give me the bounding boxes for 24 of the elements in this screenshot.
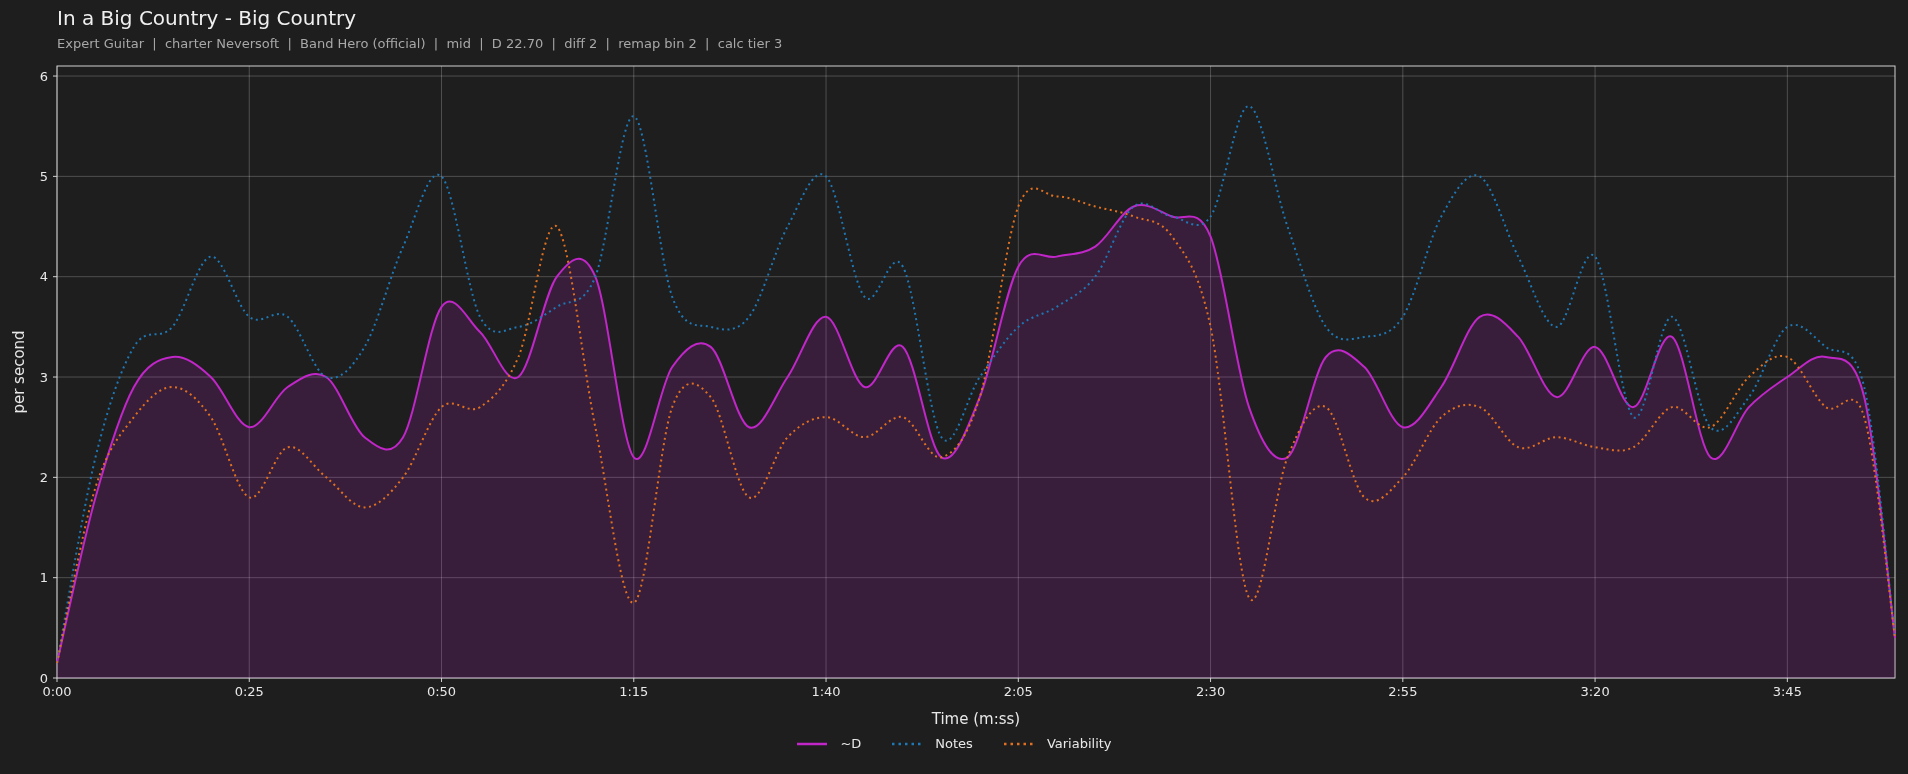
legend-label: Variability bbox=[1046, 736, 1112, 751]
x-tick-label: 2:55 bbox=[1388, 684, 1418, 699]
x-tick-label: 0:50 bbox=[426, 684, 457, 699]
y-tick-label: 5 bbox=[39, 168, 48, 184]
x-tick-label: 2:30 bbox=[1195, 684, 1226, 699]
x-axis-label: Time (m:ss) bbox=[931, 710, 1021, 728]
x-tick-label: 1:15 bbox=[619, 684, 649, 699]
y-tick-label: 6 bbox=[39, 68, 48, 84]
x-tick-label: 3:20 bbox=[1580, 684, 1610, 699]
x-tick-label: 2:05 bbox=[1003, 684, 1033, 699]
y-tick-label: 4 bbox=[39, 269, 48, 285]
legend-label: Notes bbox=[935, 736, 973, 751]
x-tick-label: 0:25 bbox=[234, 684, 264, 699]
chart-subtitle: Expert Guitar | charter Neversoft | Band Hero (official) | mid | D 22.70 | diff 2 | remap bin 2 | calc tier 3 bbox=[57, 36, 783, 52]
x-tick-label: 3:45 bbox=[1772, 684, 1802, 699]
x-tick-label: 1:40 bbox=[811, 684, 841, 699]
chart-title: In a Big Country - Big Country bbox=[57, 6, 357, 30]
y-tick-label: 1 bbox=[39, 570, 48, 586]
legend-label: ~D bbox=[840, 736, 862, 751]
y-tick-label: 2 bbox=[39, 469, 48, 485]
x-tick-label: 0:00 bbox=[42, 684, 72, 699]
y-tick-label: 0 bbox=[39, 670, 48, 686]
y-axis-label: per second bbox=[10, 330, 28, 414]
y-tick-label: 3 bbox=[39, 369, 48, 385]
